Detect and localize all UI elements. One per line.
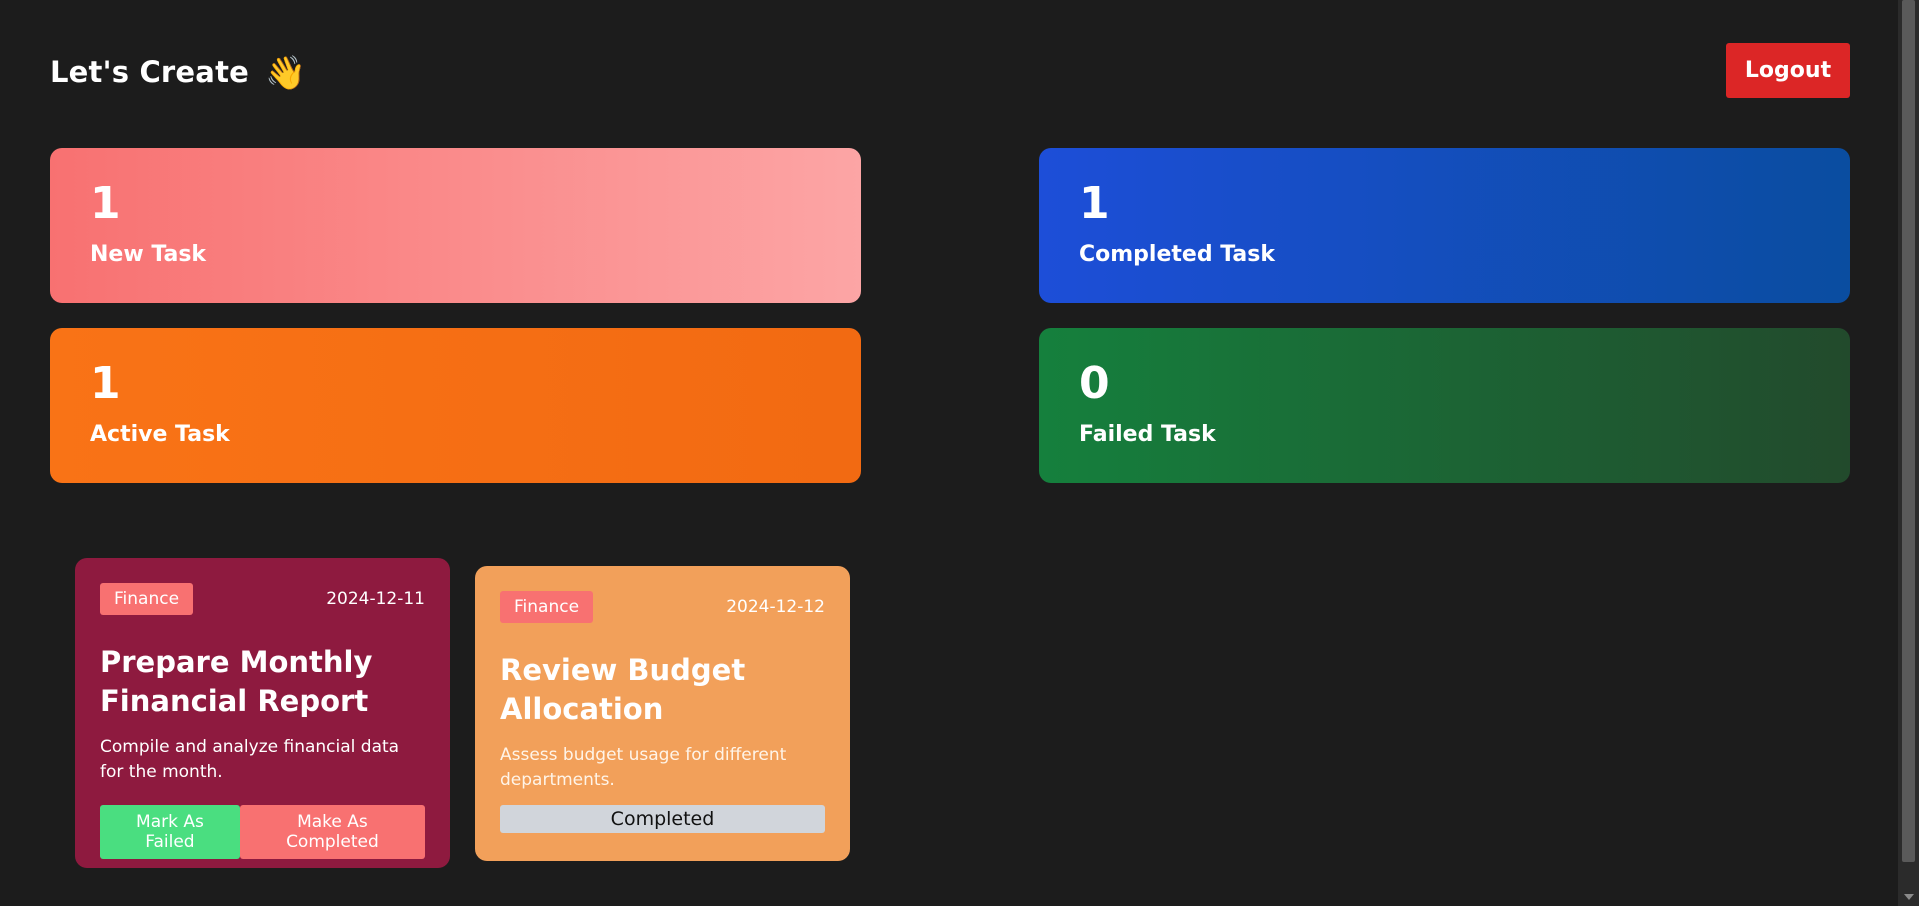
scrollbar-thumb[interactable] <box>1902 0 1915 862</box>
active-task-count: 1 <box>90 358 121 409</box>
new-task-stat-card: 1 New Task <box>50 148 861 303</box>
category-badge: Finance <box>500 591 594 623</box>
completed-task-stat-card: 1 Completed Task <box>1039 148 1850 303</box>
task-date: 2024-12-11 <box>326 589 425 609</box>
logout-button[interactable]: Logout <box>1726 43 1850 98</box>
task-card: Finance 2024-12-12 Review Budget Allocat… <box>475 566 850 861</box>
header: Let's Create 👋 <box>50 55 306 89</box>
task-card-header: Finance 2024-12-11 <box>100 583 425 615</box>
active-task-stat-card: 1 Active Task <box>50 328 861 483</box>
task-title: Prepare Monthly Financial Report <box>100 645 373 719</box>
task-description: Assess budget usage for different depart… <box>500 745 787 790</box>
task-card-header: Finance 2024-12-12 <box>500 591 825 623</box>
greeting-title: Let's Create <box>50 55 249 89</box>
task-card: Finance 2024-12-11 Prepare Monthly Finan… <box>75 558 450 868</box>
scroll-down-arrow-icon[interactable] <box>1904 894 1914 900</box>
failed-task-count: 0 <box>1079 358 1110 409</box>
task-date: 2024-12-12 <box>726 597 825 617</box>
task-actions: Mark As Failed Make As Completed <box>100 804 425 859</box>
dashboard-page: Let's Create 👋 Logout 1 New Task 1 Compl… <box>0 0 1898 906</box>
failed-task-stat-card: 0 Failed Task <box>1039 328 1850 483</box>
task-description: Compile and analyze financial data for t… <box>100 737 400 782</box>
mark-as-completed-button[interactable]: Make As Completed <box>239 804 425 859</box>
waving-hand-icon: 👋 <box>265 52 307 92</box>
new-task-count: 1 <box>90 178 121 229</box>
mark-as-failed-button[interactable]: Mark As Failed <box>100 804 240 859</box>
active-task-label: Active Task <box>90 422 230 447</box>
task-title: Review Budget Allocation <box>500 653 746 727</box>
vertical-scrollbar[interactable] <box>1898 0 1919 906</box>
failed-task-label: Failed Task <box>1079 422 1216 447</box>
completed-task-label: Completed Task <box>1079 242 1275 267</box>
completed-status-badge: Completed <box>500 804 825 833</box>
completed-task-count: 1 <box>1079 178 1110 229</box>
new-task-label: New Task <box>90 242 207 267</box>
category-badge: Finance <box>100 583 194 615</box>
